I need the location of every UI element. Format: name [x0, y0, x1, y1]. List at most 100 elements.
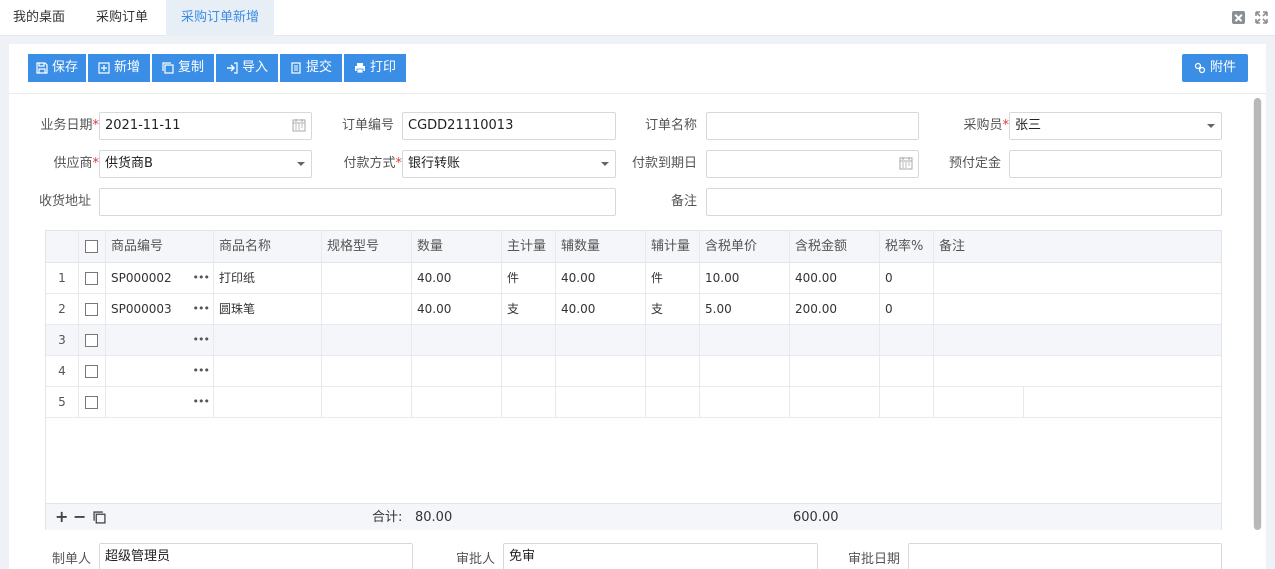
row-checkbox-cell[interactable]: [79, 325, 106, 356]
cell-price[interactable]: 5.00: [700, 294, 790, 325]
buyer-select[interactable]: 张三: [1009, 112, 1222, 140]
cell-spec[interactable]: [322, 325, 412, 356]
cell-amount[interactable]: [790, 325, 880, 356]
cell-tax[interactable]: 0: [880, 294, 934, 325]
row-checkbox-cell[interactable]: [79, 294, 106, 325]
row-checkbox-cell[interactable]: [79, 387, 106, 418]
cell-amount[interactable]: 200.00: [790, 294, 880, 325]
remark-input[interactable]: [706, 188, 1222, 216]
cell-aux-qty[interactable]: [556, 387, 646, 418]
cell-remark[interactable]: [934, 356, 1221, 387]
cell-tax[interactable]: 0: [880, 263, 934, 294]
select-all-checkbox[interactable]: [85, 240, 98, 253]
maximize-icon[interactable]: [1255, 11, 1268, 24]
cell-spec[interactable]: [322, 387, 412, 418]
cell-code[interactable]: •••: [106, 387, 214, 418]
deposit-input[interactable]: [1009, 150, 1222, 178]
more-icon[interactable]: •••: [193, 263, 210, 293]
cell-aux-unit[interactable]: [646, 387, 700, 418]
pay-method-select[interactable]: 银行转账: [402, 150, 616, 178]
cell-qty[interactable]: 40.00: [412, 294, 502, 325]
cell-aux-unit[interactable]: 件: [646, 263, 700, 294]
row-checkbox[interactable]: [85, 396, 98, 409]
row-checkbox-cell[interactable]: [79, 356, 106, 387]
cell-name[interactable]: 打印纸: [214, 263, 322, 294]
attach-button[interactable]: 附件: [1182, 54, 1248, 82]
cell-amount[interactable]: [790, 356, 880, 387]
cell-name[interactable]: [214, 387, 322, 418]
cell-remark[interactable]: [934, 387, 1024, 418]
cell-tax[interactable]: [880, 356, 934, 387]
table-row[interactable]: 3 •••: [46, 325, 1221, 356]
calendar-icon[interactable]: [292, 118, 306, 132]
table-row[interactable]: 2 SP000003 ••• 圆珠笔 40.00 支 40.00 支 5.00 2…: [46, 294, 1221, 325]
cell-remark[interactable]: [934, 325, 1221, 356]
row-checkbox[interactable]: [85, 365, 98, 378]
cell-code[interactable]: SP000002 •••: [106, 263, 214, 294]
cell-name[interactable]: 圆珠笔: [214, 294, 322, 325]
cell-unit[interactable]: [502, 325, 556, 356]
biz-date-input[interactable]: 2021-11-11: [99, 112, 312, 140]
more-icon[interactable]: •••: [193, 325, 210, 355]
address-input[interactable]: [99, 188, 616, 216]
cell-aux-qty[interactable]: [556, 325, 646, 356]
tab-purchase-order-add[interactable]: 采购订单新增: [166, 0, 274, 36]
calendar-icon[interactable]: [899, 156, 913, 170]
cell-qty[interactable]: [412, 356, 502, 387]
row-checkbox[interactable]: [85, 303, 98, 316]
approver-input[interactable]: 免审: [503, 543, 818, 569]
tab-purchase-order[interactable]: 采购订单: [82, 0, 162, 36]
cell-name[interactable]: [214, 356, 322, 387]
cell-price[interactable]: [700, 325, 790, 356]
order-name-input[interactable]: [706, 112, 919, 140]
copy-button[interactable]: 复制: [152, 54, 214, 82]
order-no-input[interactable]: CGDD21110013: [402, 112, 616, 140]
maker-input[interactable]: 超级管理员: [99, 543, 413, 569]
approve-date-input[interactable]: [908, 543, 1222, 569]
row-checkbox[interactable]: [85, 272, 98, 285]
cell-unit[interactable]: 支: [502, 294, 556, 325]
copy-row-icon[interactable]: [93, 511, 106, 524]
cell-aux-qty[interactable]: 40.00: [556, 263, 646, 294]
cell-aux-qty[interactable]: 40.00: [556, 294, 646, 325]
cell-amount[interactable]: [790, 387, 880, 418]
cell-qty[interactable]: [412, 387, 502, 418]
cell-qty[interactable]: [412, 325, 502, 356]
scrollbar-thumb[interactable]: [1254, 98, 1261, 530]
cell-unit[interactable]: 件: [502, 263, 556, 294]
more-icon[interactable]: •••: [193, 387, 210, 417]
cell-aux-unit[interactable]: [646, 356, 700, 387]
cell-price[interactable]: [700, 387, 790, 418]
cell-code[interactable]: SP000003 •••: [106, 294, 214, 325]
cell-price[interactable]: 10.00: [700, 263, 790, 294]
add-button[interactable]: 新增: [88, 54, 150, 82]
pay-due-input[interactable]: [706, 150, 919, 178]
cell-aux-unit[interactable]: [646, 325, 700, 356]
add-row-icon[interactable]: +: [55, 509, 68, 525]
save-button[interactable]: 保存: [28, 54, 86, 82]
cell-spec[interactable]: [322, 263, 412, 294]
cell-name[interactable]: [214, 325, 322, 356]
cell-spec[interactable]: [322, 356, 412, 387]
cell-remark[interactable]: [934, 263, 1221, 294]
cell-remark[interactable]: [934, 294, 1221, 325]
cell-amount[interactable]: 400.00: [790, 263, 880, 294]
submit-button[interactable]: 提交: [280, 54, 342, 82]
print-button[interactable]: 打印: [344, 54, 406, 82]
cell-aux-qty[interactable]: [556, 356, 646, 387]
cell-aux-unit[interactable]: 支: [646, 294, 700, 325]
close-tab-icon[interactable]: [1232, 11, 1245, 24]
cell-qty[interactable]: 40.00: [412, 263, 502, 294]
remove-row-icon[interactable]: −: [73, 509, 86, 525]
row-checkbox-cell[interactable]: [79, 263, 106, 294]
table-row[interactable]: 5 •••: [46, 387, 1221, 418]
cell-tax[interactable]: [880, 387, 934, 418]
import-button[interactable]: 导入: [216, 54, 278, 82]
cell-spec[interactable]: [322, 294, 412, 325]
more-icon[interactable]: •••: [193, 294, 210, 324]
tab-desktop[interactable]: 我的桌面: [0, 0, 78, 36]
cell-unit[interactable]: [502, 387, 556, 418]
more-icon[interactable]: •••: [193, 356, 210, 386]
table-row[interactable]: 4 •••: [46, 356, 1221, 387]
col-select-all[interactable]: [79, 231, 106, 263]
